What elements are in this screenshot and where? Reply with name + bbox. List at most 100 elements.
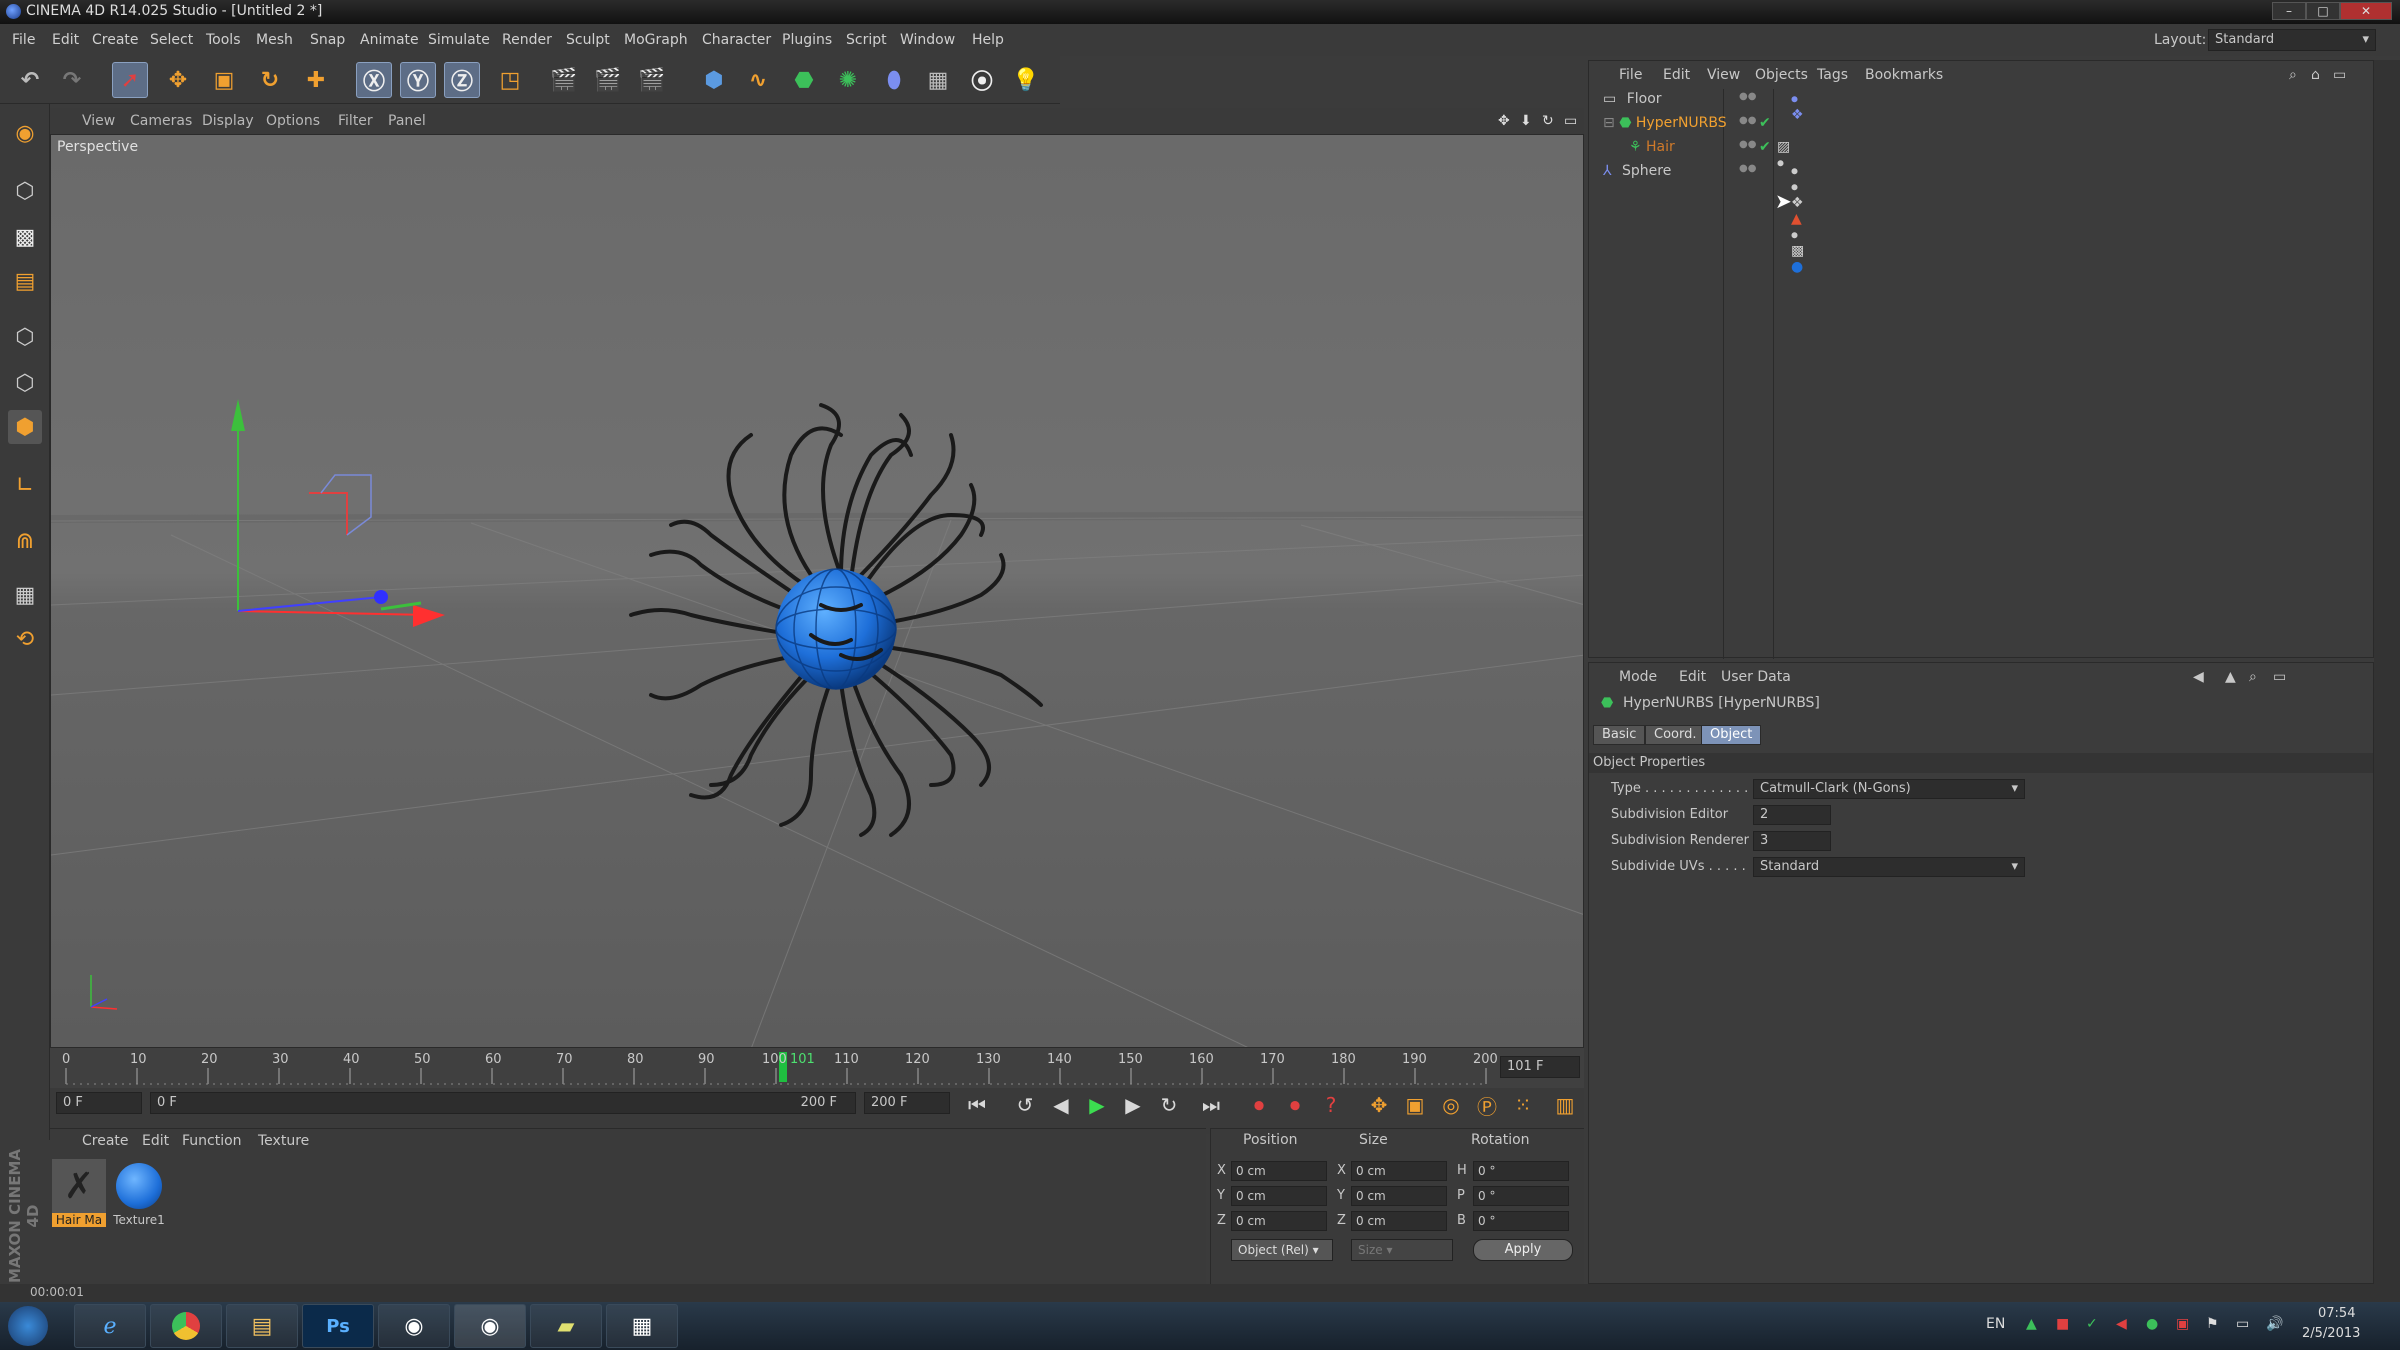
record-icon[interactable]: ⏺ bbox=[1244, 1090, 1274, 1120]
adobe-tray-icon[interactable]: ■ bbox=[2056, 1316, 2069, 1332]
start-frame-field[interactable]: 0 F bbox=[56, 1092, 142, 1114]
cinema4d-taskbar-icon[interactable]: ◉ bbox=[378, 1304, 450, 1348]
move-tool-icon[interactable]: ✥ bbox=[160, 62, 196, 98]
rotate-tool-icon[interactable]: ↻ bbox=[252, 62, 288, 98]
material-menu-texture[interactable]: Texture bbox=[258, 1133, 309, 1149]
file-explorer-icon[interactable]: ▤ bbox=[226, 1304, 298, 1348]
cube-object-icon[interactable]: ⬢ bbox=[696, 62, 732, 98]
texture-material-swatch[interactable] bbox=[112, 1159, 166, 1213]
locked-workplane-icon[interactable]: ▦ bbox=[8, 578, 42, 612]
position-y-field[interactable]: 0 cm bbox=[1231, 1186, 1327, 1206]
viewport-menu-cameras[interactable]: Cameras bbox=[130, 113, 192, 129]
rotation-b-field[interactable]: 0 ° bbox=[1473, 1211, 1569, 1231]
alert-tray-icon[interactable]: ◀ bbox=[2116, 1316, 2127, 1332]
light-icon[interactable]: 💡 bbox=[1008, 62, 1044, 98]
visibility-dots-icon[interactable]: ●● bbox=[1739, 115, 1756, 126]
spline-icon[interactable]: ∿ bbox=[740, 62, 776, 98]
step-forward-icon[interactable]: ▶ bbox=[1118, 1090, 1148, 1120]
menu-simulate[interactable]: Simulate bbox=[428, 32, 490, 48]
scale-tool-icon[interactable]: ▣ bbox=[206, 62, 242, 98]
texture-mode-icon[interactable]: ▩ bbox=[8, 220, 42, 254]
create-tool-icon[interactable]: ✚ bbox=[298, 62, 334, 98]
menu-mesh[interactable]: Mesh bbox=[256, 32, 293, 48]
position-x-field[interactable]: 0 cm bbox=[1231, 1161, 1327, 1181]
action-center-flag-icon[interactable]: ⚑ bbox=[2206, 1316, 2219, 1332]
points-mode-icon[interactable]: ⬡ bbox=[8, 320, 42, 354]
timeline-ruler[interactable]: 0 10 20 30 40 50 60 70 80 90 100 101 110… bbox=[50, 1048, 1584, 1088]
internet-explorer-icon[interactable]: ℯ bbox=[74, 1304, 146, 1348]
z-axis-icon[interactable]: Ⓩ bbox=[444, 62, 480, 98]
material-menu-edit[interactable]: Edit bbox=[142, 1133, 169, 1149]
menu-animate[interactable]: Animate bbox=[360, 32, 419, 48]
collapse-icon[interactable]: ⊟ bbox=[1603, 115, 1615, 131]
menu-select[interactable]: Select bbox=[150, 32, 193, 48]
key-rotation-icon[interactable]: ◎ bbox=[1436, 1090, 1466, 1120]
objects-menu-view[interactable]: View bbox=[1707, 67, 1740, 83]
clock-time[interactable]: 07:54 bbox=[2318, 1306, 2355, 1321]
attr-menu-edit[interactable]: Edit bbox=[1679, 669, 1706, 685]
preview-range-slider[interactable]: 0 F 200 F bbox=[150, 1092, 856, 1114]
viewport-rotate-icon[interactable]: ↻ bbox=[1542, 113, 1554, 129]
enabled-check-icon[interactable]: ✔ bbox=[1759, 115, 1771, 131]
viewport-move-icon[interactable]: ✥ bbox=[1498, 113, 1510, 129]
model-mode-icon[interactable]: ⬡ bbox=[8, 174, 42, 208]
polygons-mode-icon[interactable]: ⬢ bbox=[8, 410, 42, 444]
attr-menu-mode[interactable]: Mode bbox=[1619, 669, 1657, 685]
objects-menu-bookmarks[interactable]: Bookmarks bbox=[1865, 67, 1943, 83]
lock-icon[interactable]: ▭ bbox=[2273, 669, 2286, 685]
menu-script[interactable]: Script bbox=[846, 32, 887, 48]
menu-character[interactable]: Character bbox=[702, 32, 771, 48]
menu-sculpt[interactable]: Sculpt bbox=[566, 32, 610, 48]
render-view-icon[interactable]: 🎬 bbox=[546, 62, 582, 98]
current-frame-field[interactable]: 101 F bbox=[1500, 1056, 1580, 1078]
viewport-perspective[interactable]: Perspective bbox=[50, 134, 1584, 1048]
layout-select[interactable]: Standard ▾ bbox=[2208, 29, 2376, 51]
type-select[interactable]: Catmull-Clark (N-Gons) ▾ bbox=[1753, 779, 2025, 799]
chrome-tray-icon[interactable]: ● bbox=[2146, 1316, 2158, 1332]
attr-menu-user-data[interactable]: User Data bbox=[1721, 669, 1791, 685]
planar-workplane-icon[interactable]: ⟲ bbox=[8, 622, 42, 656]
viewport-zoom-icon[interactable]: ⬇ bbox=[1520, 113, 1532, 129]
play-icon[interactable]: ▶ bbox=[1082, 1090, 1112, 1120]
network-tray-icon[interactable]: ▭ bbox=[2236, 1316, 2249, 1332]
coordinate-system-icon[interactable]: ◳ bbox=[492, 62, 528, 98]
step-back-icon[interactable]: ◀ bbox=[1046, 1090, 1076, 1120]
menu-plugins[interactable]: Plugins bbox=[782, 32, 832, 48]
tab-basic[interactable]: Basic bbox=[1593, 725, 1646, 745]
undo-icon[interactable]: ↶ bbox=[12, 62, 48, 98]
size-x-field[interactable]: 0 cm bbox=[1351, 1161, 1447, 1181]
array-icon[interactable]: ✺ bbox=[830, 62, 866, 98]
subdivision-editor-stepper[interactable]: 2 bbox=[1753, 805, 1831, 825]
menu-file[interactable]: File bbox=[12, 32, 35, 48]
live-selection-icon[interactable]: ➚ bbox=[112, 62, 148, 98]
menu-help[interactable]: Help bbox=[972, 32, 1004, 48]
nurbs-icon[interactable]: ⬣ bbox=[786, 62, 822, 98]
home-icon[interactable]: ⌂ bbox=[2311, 67, 2320, 83]
apply-button[interactable]: Apply bbox=[1473, 1239, 1573, 1261]
size-y-field[interactable]: 0 cm bbox=[1351, 1186, 1447, 1206]
axis-mode-icon[interactable]: ∟ bbox=[8, 468, 42, 502]
objects-menu-tags[interactable]: Tags bbox=[1817, 67, 1848, 83]
deformer-icon[interactable]: ⬮ bbox=[876, 62, 912, 98]
coordinate-mode-select[interactable]: Object (Rel) ▾ bbox=[1231, 1239, 1333, 1261]
chrome-icon[interactable] bbox=[150, 1304, 222, 1348]
start-button-icon[interactable] bbox=[8, 1306, 48, 1346]
visibility-dots-icon[interactable]: ●● bbox=[1739, 163, 1756, 174]
up-arrow-icon[interactable]: ▲ bbox=[2225, 669, 2236, 685]
material-menu-create[interactable]: Create bbox=[82, 1133, 129, 1149]
close-button[interactable]: ✕ bbox=[2340, 2, 2392, 20]
back-arrow-icon[interactable]: ◀ bbox=[2193, 669, 2204, 685]
subdivide-uvs-select[interactable]: Standard ▾ bbox=[1753, 857, 2025, 877]
goto-prev-key-icon[interactable]: ↺ bbox=[1010, 1090, 1040, 1120]
workplane-icon[interactable]: ▤ bbox=[8, 264, 42, 298]
edges-mode-icon[interactable]: ⬡ bbox=[8, 366, 42, 400]
make-editable-icon[interactable]: ◉ bbox=[8, 116, 42, 150]
rotation-p-field[interactable]: 0 ° bbox=[1473, 1186, 1569, 1206]
hair-material-tag-icon[interactable]: ▨ ⦁ bbox=[1777, 139, 1790, 171]
menu-render[interactable]: Render bbox=[502, 32, 552, 48]
subdivision-renderer-stepper[interactable]: 3 bbox=[1753, 831, 1831, 851]
goto-next-key-icon[interactable]: ↻ bbox=[1154, 1090, 1184, 1120]
maximize-button[interactable]: □ bbox=[2306, 2, 2340, 20]
minimize-button[interactable]: – bbox=[2272, 2, 2306, 20]
max-frame-field[interactable]: 200 F bbox=[864, 1092, 950, 1114]
